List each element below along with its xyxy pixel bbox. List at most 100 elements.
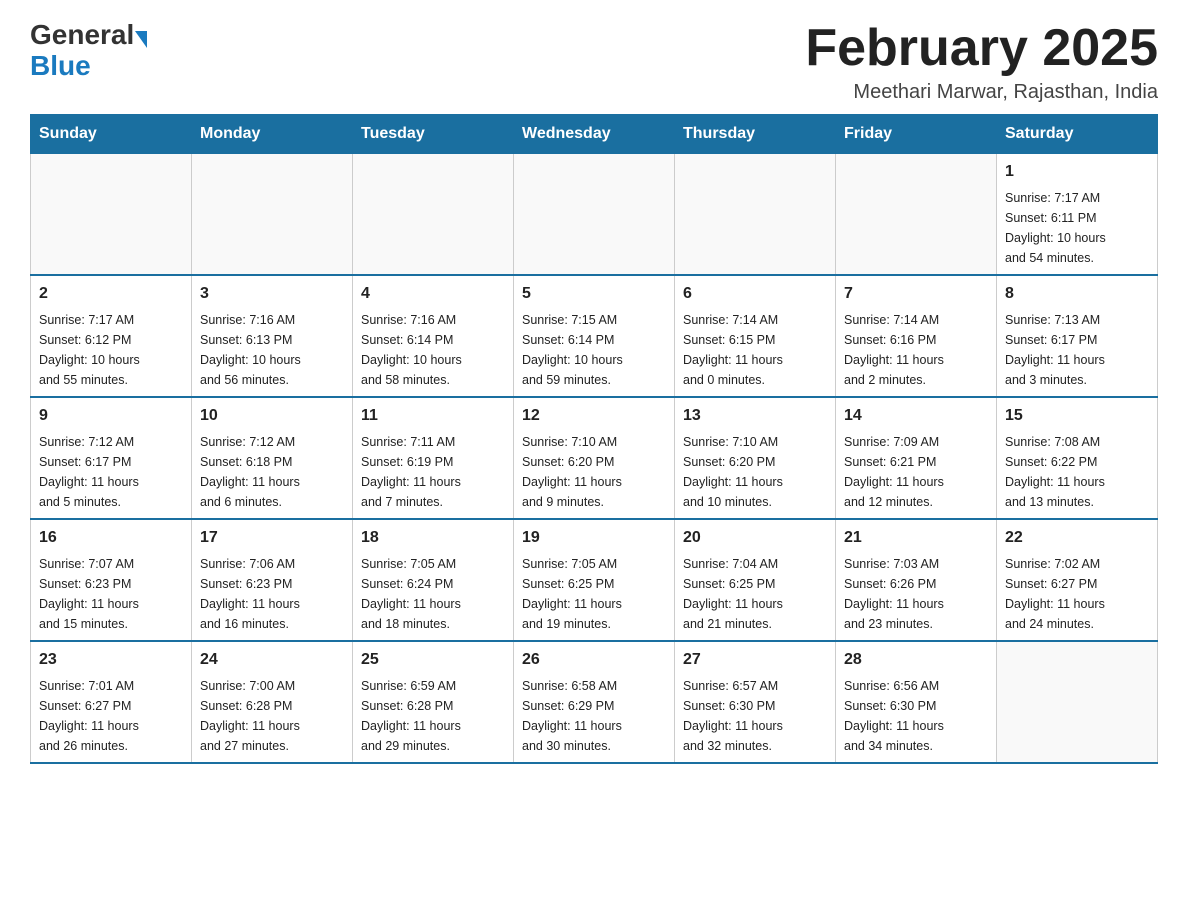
day-number: 3 bbox=[200, 282, 344, 306]
day-info: Sunrise: 7:06 AM Sunset: 6:23 PM Dayligh… bbox=[200, 554, 344, 634]
logo: General Blue bbox=[30, 20, 147, 82]
day-info: Sunrise: 7:07 AM Sunset: 6:23 PM Dayligh… bbox=[39, 554, 183, 634]
day-number: 21 bbox=[844, 526, 988, 550]
day-info: Sunrise: 7:16 AM Sunset: 6:14 PM Dayligh… bbox=[361, 310, 505, 390]
header-day-saturday: Saturday bbox=[997, 115, 1158, 154]
calendar-cell: 8 Sunrise: 7:13 AM Sunset: 6:17 PM Daylig… bbox=[997, 275, 1158, 397]
day-number: 18 bbox=[361, 526, 505, 550]
day-info: Sunrise: 7:10 AM Sunset: 6:20 PM Dayligh… bbox=[683, 432, 827, 512]
header-day-monday: Monday bbox=[192, 115, 353, 154]
day-number: 24 bbox=[200, 648, 344, 672]
day-number: 12 bbox=[522, 404, 666, 428]
calendar-cell: 17Sunrise: 7:06 AM Sunset: 6:23 PM Dayli… bbox=[192, 519, 353, 641]
calendar-cell: 3 Sunrise: 7:16 AM Sunset: 6:13 PM Daylig… bbox=[192, 275, 353, 397]
day-info: Sunrise: 6:56 AM Sunset: 6:30 PM Dayligh… bbox=[844, 676, 988, 756]
day-info: Sunrise: 7:05 AM Sunset: 6:24 PM Dayligh… bbox=[361, 554, 505, 634]
day-number: 6 bbox=[683, 282, 827, 306]
day-number: 13 bbox=[683, 404, 827, 428]
calendar-cell: 24 Sunrise: 7:00 AM Sunset: 6:28 PM Dayli… bbox=[192, 641, 353, 763]
day-info: Sunrise: 7:08 AM Sunset: 6:22 PM Dayligh… bbox=[1005, 432, 1149, 512]
day-number: 27 bbox=[683, 648, 827, 672]
page-subtitle: Meethari Marwar, Rajasthan, India bbox=[805, 81, 1158, 104]
calendar-cell: 26 Sunrise: 6:58 AM Sunset: 6:29 PM Dayli… bbox=[514, 641, 675, 763]
day-info: Sunrise: 7:14 AM Sunset: 6:15 PM Dayligh… bbox=[683, 310, 827, 390]
day-info: Sunrise: 6:59 AM Sunset: 6:28 PM Dayligh… bbox=[361, 676, 505, 756]
calendar-cell: 27 Sunrise: 6:57 AM Sunset: 6:30 PM Dayli… bbox=[675, 641, 836, 763]
calendar-cell bbox=[514, 154, 675, 276]
day-number: 26 bbox=[522, 648, 666, 672]
calendar-cell: 14Sunrise: 7:09 AM Sunset: 6:21 PM Dayli… bbox=[836, 397, 997, 519]
header-day-thursday: Thursday bbox=[675, 115, 836, 154]
day-info: Sunrise: 7:13 AM Sunset: 6:17 PM Dayligh… bbox=[1005, 310, 1149, 390]
day-number: 5 bbox=[522, 282, 666, 306]
calendar-cell: 18 Sunrise: 7:05 AM Sunset: 6:24 PM Dayli… bbox=[353, 519, 514, 641]
day-number: 19 bbox=[522, 526, 666, 550]
title-block: February 2025 Meethari Marwar, Rajasthan… bbox=[805, 20, 1158, 104]
day-info: Sunrise: 7:17 AM Sunset: 6:11 PM Dayligh… bbox=[1005, 188, 1149, 268]
day-number: 28 bbox=[844, 648, 988, 672]
header-day-wednesday: Wednesday bbox=[514, 115, 675, 154]
logo-blue-text: Blue bbox=[30, 51, 91, 82]
day-number: 7 bbox=[844, 282, 988, 306]
calendar-cell bbox=[31, 154, 192, 276]
day-info: Sunrise: 7:03 AM Sunset: 6:26 PM Dayligh… bbox=[844, 554, 988, 634]
calendar-body: 1 Sunrise: 7:17 AM Sunset: 6:11 PM Daylig… bbox=[31, 154, 1158, 764]
calendar-cell: 12Sunrise: 7:10 AM Sunset: 6:20 PM Dayli… bbox=[514, 397, 675, 519]
header-day-tuesday: Tuesday bbox=[353, 115, 514, 154]
calendar-week-3: 9 Sunrise: 7:12 AM Sunset: 6:17 PM Daylig… bbox=[31, 397, 1158, 519]
calendar-cell: 5 Sunrise: 7:15 AM Sunset: 6:14 PM Daylig… bbox=[514, 275, 675, 397]
page-header: General Blue February 2025 Meethari Marw… bbox=[30, 20, 1158, 104]
day-number: 15 bbox=[1005, 404, 1149, 428]
calendar-header: SundayMondayTuesdayWednesdayThursdayFrid… bbox=[31, 115, 1158, 154]
day-number: 9 bbox=[39, 404, 183, 428]
day-info: Sunrise: 7:00 AM Sunset: 6:28 PM Dayligh… bbox=[200, 676, 344, 756]
day-number: 2 bbox=[39, 282, 183, 306]
calendar-cell: 13 Sunrise: 7:10 AM Sunset: 6:20 PM Dayli… bbox=[675, 397, 836, 519]
calendar-cell bbox=[997, 641, 1158, 763]
calendar-cell: 6 Sunrise: 7:14 AM Sunset: 6:15 PM Daylig… bbox=[675, 275, 836, 397]
day-info: Sunrise: 7:16 AM Sunset: 6:13 PM Dayligh… bbox=[200, 310, 344, 390]
calendar-table: SundayMondayTuesdayWednesdayThursdayFrid… bbox=[30, 114, 1158, 764]
calendar-cell: 22 Sunrise: 7:02 AM Sunset: 6:27 PM Dayli… bbox=[997, 519, 1158, 641]
day-info: Sunrise: 7:14 AM Sunset: 6:16 PM Dayligh… bbox=[844, 310, 988, 390]
calendar-cell: 11 Sunrise: 7:11 AM Sunset: 6:19 PM Dayli… bbox=[353, 397, 514, 519]
day-number: 23 bbox=[39, 648, 183, 672]
logo-triangle-icon bbox=[135, 31, 147, 48]
day-number: 4 bbox=[361, 282, 505, 306]
calendar-cell: 28 Sunrise: 6:56 AM Sunset: 6:30 PM Dayli… bbox=[836, 641, 997, 763]
calendar-week-5: 23 Sunrise: 7:01 AM Sunset: 6:27 PM Dayli… bbox=[31, 641, 1158, 763]
day-info: Sunrise: 7:11 AM Sunset: 6:19 PM Dayligh… bbox=[361, 432, 505, 512]
calendar-cell: 16Sunrise: 7:07 AM Sunset: 6:23 PM Dayli… bbox=[31, 519, 192, 641]
calendar-cell: 1 Sunrise: 7:17 AM Sunset: 6:11 PM Daylig… bbox=[997, 154, 1158, 276]
day-info: Sunrise: 6:57 AM Sunset: 6:30 PM Dayligh… bbox=[683, 676, 827, 756]
calendar-cell: 21 Sunrise: 7:03 AM Sunset: 6:26 PM Dayli… bbox=[836, 519, 997, 641]
calendar-cell: 9 Sunrise: 7:12 AM Sunset: 6:17 PM Daylig… bbox=[31, 397, 192, 519]
day-number: 8 bbox=[1005, 282, 1149, 306]
calendar-cell bbox=[353, 154, 514, 276]
day-info: Sunrise: 7:02 AM Sunset: 6:27 PM Dayligh… bbox=[1005, 554, 1149, 634]
calendar-cell bbox=[192, 154, 353, 276]
day-number: 14 bbox=[844, 404, 988, 428]
day-number: 20 bbox=[683, 526, 827, 550]
calendar-week-2: 2Sunrise: 7:17 AM Sunset: 6:12 PM Daylig… bbox=[31, 275, 1158, 397]
header-day-sunday: Sunday bbox=[31, 115, 192, 154]
day-info: Sunrise: 7:04 AM Sunset: 6:25 PM Dayligh… bbox=[683, 554, 827, 634]
day-number: 22 bbox=[1005, 526, 1149, 550]
day-number: 10 bbox=[200, 404, 344, 428]
day-info: Sunrise: 7:15 AM Sunset: 6:14 PM Dayligh… bbox=[522, 310, 666, 390]
day-info: Sunrise: 7:01 AM Sunset: 6:27 PM Dayligh… bbox=[39, 676, 183, 756]
calendar-cell: 2Sunrise: 7:17 AM Sunset: 6:12 PM Daylig… bbox=[31, 275, 192, 397]
day-number: 1 bbox=[1005, 160, 1149, 184]
calendar-cell bbox=[675, 154, 836, 276]
day-info: Sunrise: 7:12 AM Sunset: 6:17 PM Dayligh… bbox=[39, 432, 183, 512]
page-title: February 2025 bbox=[805, 20, 1158, 77]
calendar-cell bbox=[836, 154, 997, 276]
calendar-cell: 25Sunrise: 6:59 AM Sunset: 6:28 PM Dayli… bbox=[353, 641, 514, 763]
day-info: Sunrise: 6:58 AM Sunset: 6:29 PM Dayligh… bbox=[522, 676, 666, 756]
day-number: 11 bbox=[361, 404, 505, 428]
logo-general-text: General bbox=[30, 20, 134, 51]
calendar-cell: 19 Sunrise: 7:05 AM Sunset: 6:25 PM Dayli… bbox=[514, 519, 675, 641]
day-info: Sunrise: 7:05 AM Sunset: 6:25 PM Dayligh… bbox=[522, 554, 666, 634]
calendar-week-1: 1 Sunrise: 7:17 AM Sunset: 6:11 PM Daylig… bbox=[31, 154, 1158, 276]
header-day-friday: Friday bbox=[836, 115, 997, 154]
